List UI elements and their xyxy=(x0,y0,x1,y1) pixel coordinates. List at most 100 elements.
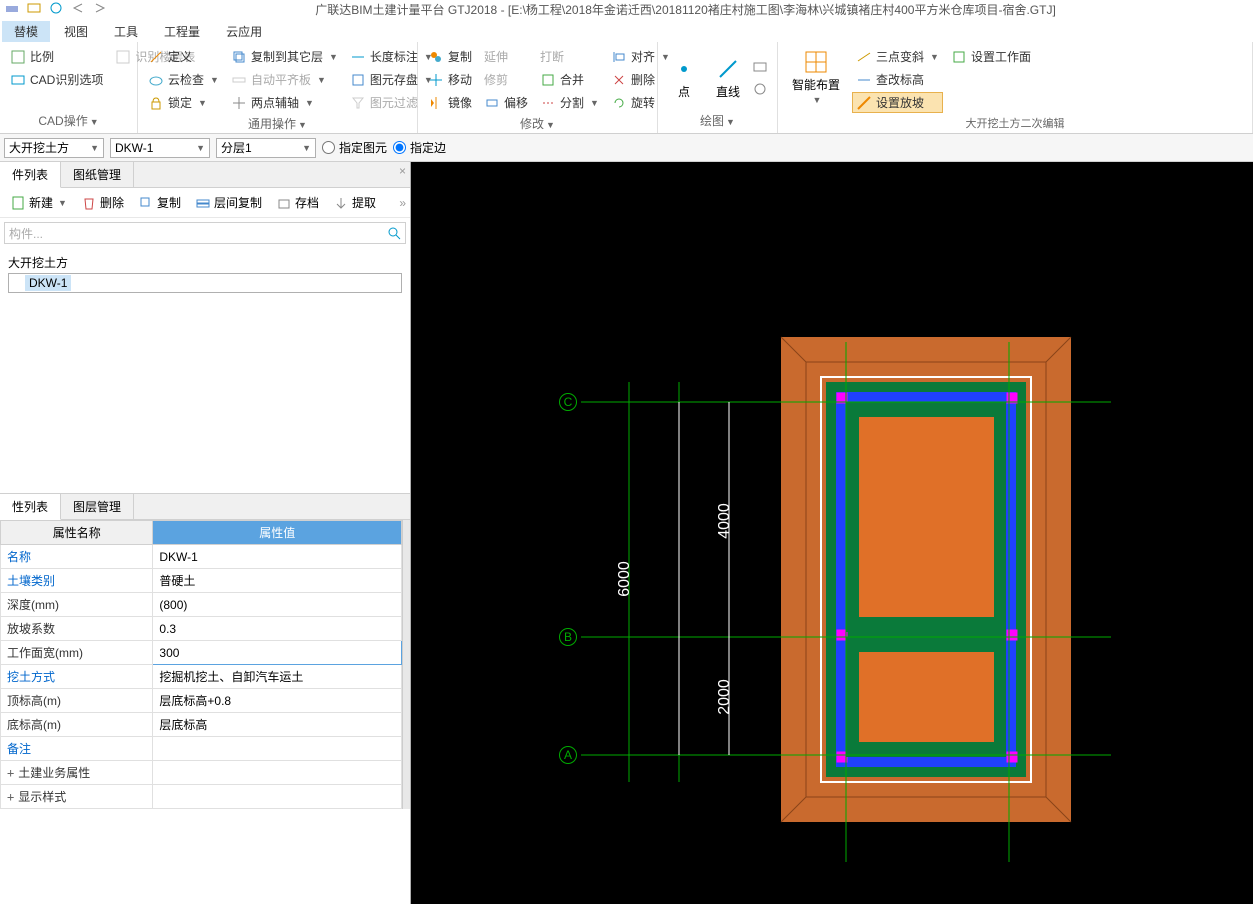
prop-key: 土壤类别 xyxy=(1,569,153,593)
merge-icon xyxy=(540,72,556,88)
ribbon: 比例 CAD识别选项 识别楼层表 CAD操作▼ 定义 云检查▼ 锁定▼ 复制到其… xyxy=(0,42,1253,134)
delete2-button[interactable]: 删除 xyxy=(75,192,130,213)
move-button[interactable]: 移动 xyxy=(424,69,476,90)
prop-value[interactable]: 0.3 xyxy=(153,617,402,641)
tab-property-list[interactable]: 性列表 xyxy=(0,494,61,520)
grid-b: B xyxy=(559,628,577,646)
dim-icon xyxy=(350,49,366,65)
menu-model[interactable]: 替模 xyxy=(2,21,50,42)
cloud-check-button[interactable]: 云检查▼ xyxy=(144,69,223,90)
workface-icon xyxy=(951,49,967,65)
menu-quantity[interactable]: 工程量 xyxy=(152,21,212,42)
axis-icon xyxy=(231,95,247,111)
dim-6000: 6000 xyxy=(616,561,634,597)
radio-edge[interactable]: 指定边 xyxy=(393,139,446,156)
search-input[interactable]: 构件... xyxy=(4,222,406,244)
elev-icon xyxy=(856,72,872,88)
radio-element[interactable]: 指定图元 xyxy=(322,139,387,156)
split-icon xyxy=(540,95,556,111)
auto-level-button: 自动平齐板▼ xyxy=(227,69,342,90)
property-table: 属性名称属性值 名称DKW-1土壤类别普硬土深度(mm)(800)放坡系数0.3… xyxy=(0,520,402,809)
archive-icon xyxy=(276,195,292,211)
prop-key: 名称 xyxy=(1,545,153,569)
cad-options-button[interactable]: CAD识别选项 xyxy=(6,69,107,90)
archive-button[interactable]: 存档 xyxy=(270,192,325,213)
tree-child[interactable]: DKW-1 xyxy=(8,273,402,293)
redo-icon[interactable] xyxy=(92,0,108,16)
prop-value[interactable]: 普硬土 xyxy=(153,569,402,593)
define-button[interactable]: 定义 xyxy=(144,46,223,67)
cloud-icon xyxy=(148,72,164,88)
undo-icon[interactable] xyxy=(70,0,86,16)
dim-4000: 4000 xyxy=(716,503,734,539)
ruler-icon[interactable] xyxy=(26,0,42,16)
split-button[interactable]: 分割▼ xyxy=(536,92,603,113)
point-button[interactable]: 点 xyxy=(664,53,704,104)
merge-button[interactable]: 合并 xyxy=(536,69,603,90)
align-icon xyxy=(611,49,627,65)
drawing-canvas[interactable]: C B A 6000 4000 2000 xyxy=(411,162,1253,904)
save-icon xyxy=(350,72,366,88)
prop-value[interactable] xyxy=(153,785,402,809)
prop-value[interactable]: 挖掘机挖土、自卸汽车运土 xyxy=(153,665,402,689)
lock-button[interactable]: 锁定▼ xyxy=(144,92,223,113)
prop-key: 工作面宽(mm) xyxy=(1,641,153,665)
tab-drawing-mgmt[interactable]: 图纸管理 xyxy=(61,162,134,187)
set-slope-button[interactable]: 设置放坡 xyxy=(852,92,943,113)
prop-value[interactable] xyxy=(153,761,402,785)
prop-value[interactable] xyxy=(153,737,402,761)
copy-layer-button[interactable]: 复制到其它层▼ xyxy=(227,46,342,67)
table-icon xyxy=(115,49,131,65)
new-button[interactable]: 新建▼ xyxy=(4,192,73,213)
rect-icon[interactable] xyxy=(752,59,768,75)
menu-cloud[interactable]: 云应用 xyxy=(214,21,274,42)
check-elevation-button[interactable]: 查改标高 xyxy=(852,69,943,90)
copy3-button[interactable]: 复制 xyxy=(132,192,187,213)
two-point-axis-button[interactable]: 两点辅轴▼ xyxy=(227,92,342,113)
offset-button[interactable]: 偏移 xyxy=(480,92,532,113)
close-icon[interactable]: × xyxy=(399,164,406,178)
prop-value[interactable]: 300 xyxy=(153,641,402,665)
copy2-button[interactable]: 复制 xyxy=(424,46,476,67)
prop-value[interactable]: 层底标高+0.8 xyxy=(153,689,402,713)
menu-view[interactable]: 视图 xyxy=(52,21,100,42)
layer-copy-icon xyxy=(195,195,211,211)
search-icon xyxy=(387,226,401,240)
group-label-cad: CAD操作▼ xyxy=(6,110,131,129)
prop-value[interactable]: DKW-1 xyxy=(153,545,402,569)
line-icon xyxy=(716,57,740,81)
lock-icon xyxy=(148,95,164,111)
prop-value[interactable]: 层底标高 xyxy=(153,713,402,737)
tree-root[interactable]: 大开挖土方 xyxy=(8,252,402,273)
group-label-draw: 绘图▼ xyxy=(664,110,771,129)
layers-icon[interactable] xyxy=(4,0,20,16)
group-label-modify: 修改▼ xyxy=(424,113,651,132)
view-icon[interactable] xyxy=(48,0,64,16)
scrollbar[interactable] xyxy=(402,520,410,809)
grid-a: A xyxy=(559,746,577,764)
tab-layer-mgmt[interactable]: 图层管理 xyxy=(61,494,134,519)
layer-select[interactable]: 分层1▼ xyxy=(216,138,316,158)
tab-component-list[interactable]: 件列表 xyxy=(0,162,61,188)
mirror-button[interactable]: 镜像 xyxy=(424,92,476,113)
extract-icon xyxy=(333,195,349,211)
more-icon[interactable]: » xyxy=(399,196,406,210)
line-button[interactable]: 直线 xyxy=(708,53,748,104)
col-attr-value: 属性值 xyxy=(153,521,402,545)
ratio-button[interactable]: 比例 xyxy=(6,46,107,67)
trim-button: 修剪 xyxy=(480,69,532,90)
extract-button[interactable]: 提取 xyxy=(327,192,382,213)
smart-layout-button[interactable]: 智能布置▼ xyxy=(784,46,848,113)
three-point-slope-button[interactable]: 三点变斜▼ xyxy=(852,46,943,67)
component-select[interactable]: DKW-1▼ xyxy=(110,138,210,158)
mirror-icon xyxy=(428,95,444,111)
category-select[interactable]: 大开挖土方▼ xyxy=(4,138,104,158)
layer-copy-button[interactable]: 层间复制 xyxy=(189,192,268,213)
prop-key: +显示样式 xyxy=(1,785,153,809)
circle-icon[interactable] xyxy=(752,81,768,97)
prop-key: 放坡系数 xyxy=(1,617,153,641)
prop-value[interactable]: (800) xyxy=(153,593,402,617)
set-workface-button[interactable]: 设置工作面 xyxy=(947,46,1035,67)
menu-tools[interactable]: 工具 xyxy=(102,21,150,42)
slope-icon xyxy=(856,49,872,65)
